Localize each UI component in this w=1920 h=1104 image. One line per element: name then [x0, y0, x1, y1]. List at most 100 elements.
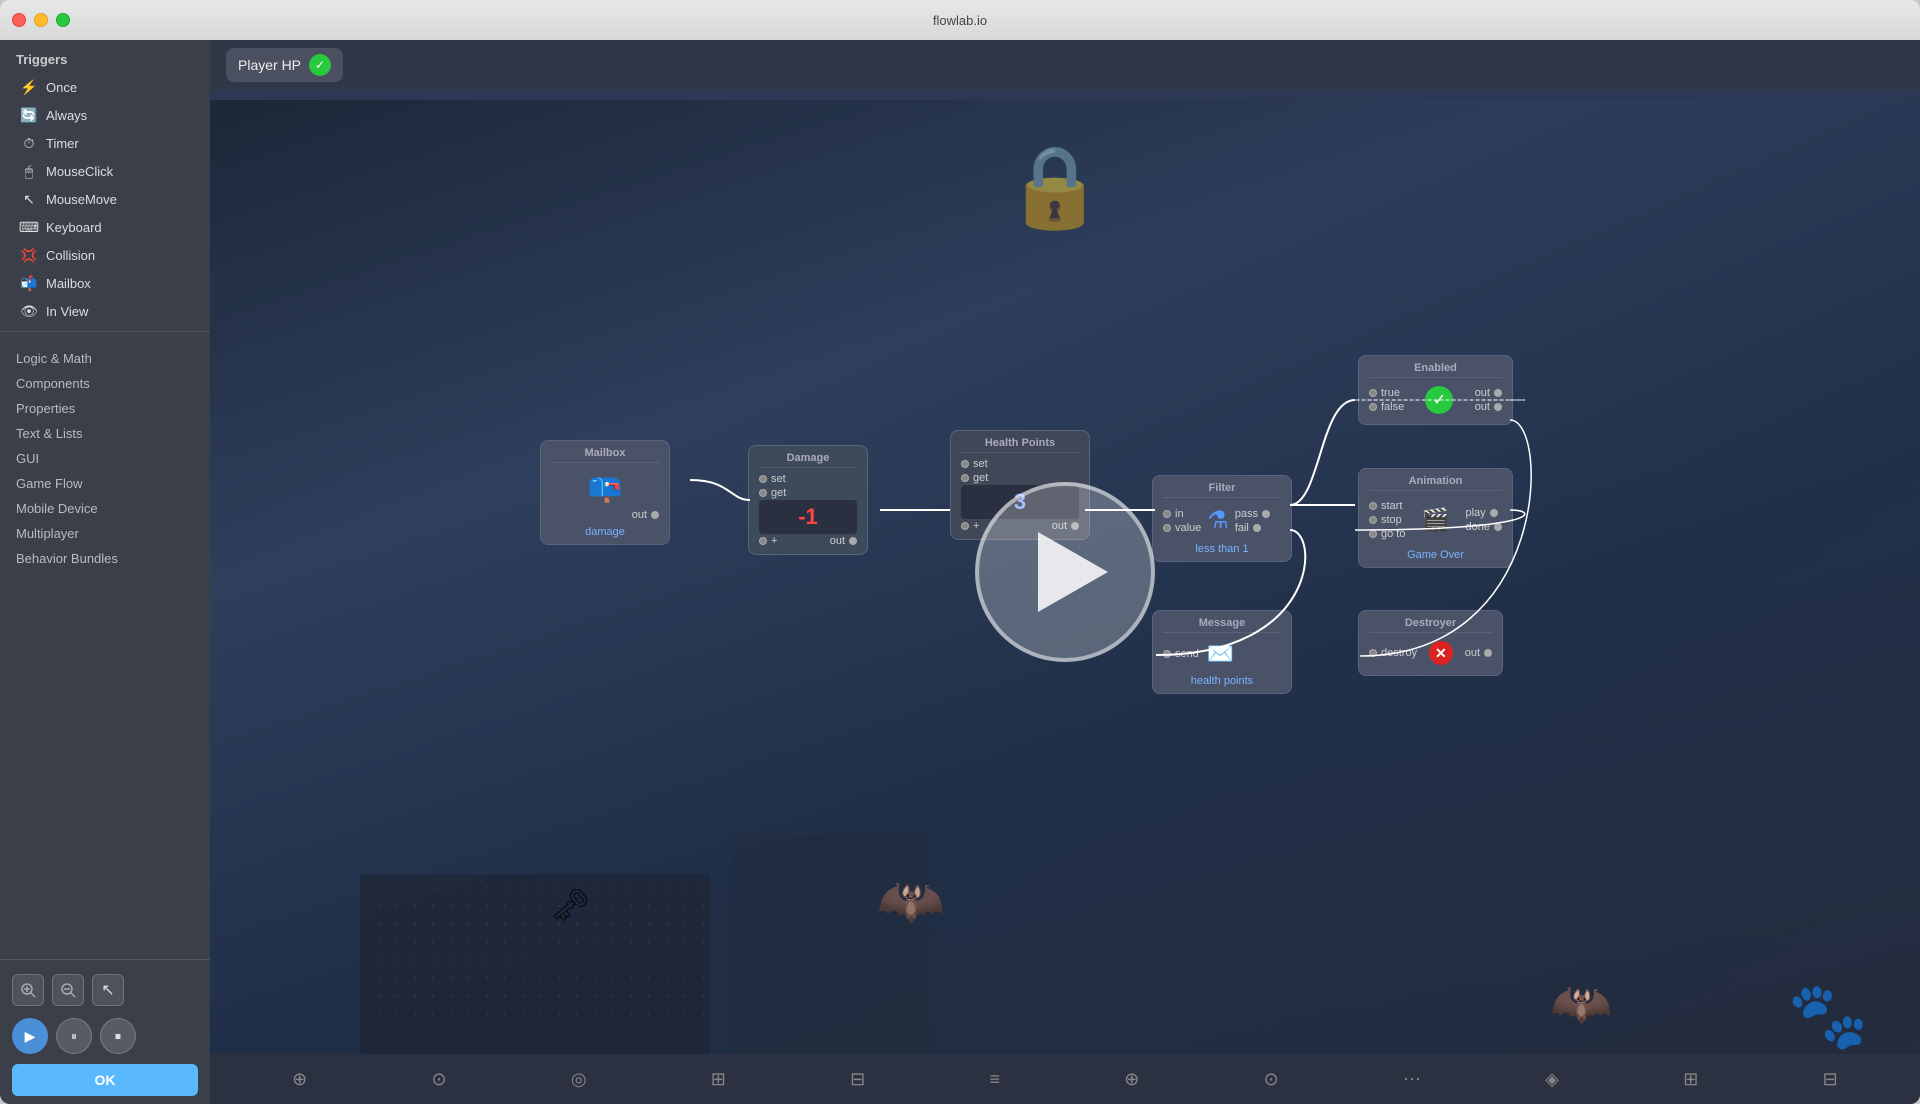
pause-button[interactable]: ⏸ — [56, 1018, 92, 1054]
zoom-in-button[interactable] — [12, 974, 44, 1006]
animation-goto-dot — [1369, 530, 1377, 538]
toolbar-icon-9[interactable]: ⋯ — [1403, 1069, 1421, 1090]
lightning-icon: ⚡ — [20, 78, 38, 96]
filter-label: less than 1 — [1163, 543, 1281, 555]
filter-pass-port: pass — [1235, 507, 1270, 521]
filter-in-dot — [1163, 510, 1171, 518]
sidebar-cat-behavior-bundles[interactable]: Behavior Bundles — [0, 546, 210, 571]
enabled-out1-dot — [1494, 389, 1502, 397]
destroyer-destroy-dot — [1369, 649, 1377, 657]
play-button[interactable]: ▶ — [12, 1018, 48, 1054]
filter-value-port: value — [1163, 521, 1201, 535]
toolbar-icon-1[interactable]: ⊕ — [292, 1069, 307, 1090]
animation-start-port: start — [1369, 499, 1405, 513]
sidebar-item-mailbox[interactable]: 📬 Mailbox — [4, 269, 206, 297]
hp-set-port: set — [961, 457, 1079, 471]
animation-film-icon: 🎬 — [1422, 507, 1449, 533]
hp-set-dot — [961, 460, 969, 468]
filter-node[interactable]: Filter in value ⚗ — [1152, 475, 1292, 562]
stop-button[interactable]: ⏹ — [100, 1018, 136, 1054]
canvas-toolbar: ⊕ ⊙ ◎ ⊞ ⊟ ≡ ⊕ ⊙ ⋯ ◈ ⊞ ⊟ — [210, 1054, 1920, 1104]
enabled-check-icon: ✓ — [1425, 386, 1453, 414]
message-node[interactable]: Message send ✉️ health points — [1152, 610, 1292, 694]
enabled-node[interactable]: Enabled true false ✓ — [1358, 355, 1513, 425]
sidebar-cat-multiplayer[interactable]: Multiplayer — [0, 521, 210, 546]
minimize-button[interactable] — [34, 13, 48, 27]
animation-done-port: done — [1466, 520, 1502, 534]
mailbox-node[interactable]: Mailbox 📪 out damage — [540, 440, 670, 545]
damage-out-dot — [849, 537, 857, 545]
enabled-true-port: true — [1369, 386, 1404, 400]
node-graph[interactable]: Mailbox 📪 out damage Damage set — [210, 90, 1920, 1054]
mousemove-icon: ↖ — [20, 190, 38, 208]
playback-controls: ▶ ⏸ ⏹ — [12, 1012, 198, 1060]
damage-get-port: get — [759, 486, 857, 500]
sidebar-item-keyboard[interactable]: ⌨ Keyboard — [4, 213, 206, 241]
message-send-port: send — [1163, 647, 1199, 661]
keyboard-icon: ⌨ — [20, 218, 38, 236]
ok-button[interactable]: OK — [12, 1064, 198, 1096]
animation-node-title: Animation — [1369, 475, 1502, 491]
filter-fail-dot — [1253, 524, 1261, 532]
message-label: health points — [1163, 675, 1281, 687]
animation-node[interactable]: Animation start stop — [1358, 468, 1513, 568]
sidebar-cat-text-lists[interactable]: Text & Lists — [0, 421, 210, 446]
player-hp-badge[interactable]: Player HP ✓ — [226, 48, 343, 82]
sidebar-item-collision[interactable]: 💢 Collision — [4, 241, 206, 269]
destroyer-node[interactable]: Destroyer destroy ✕ out — [1358, 610, 1503, 676]
pause-icon: ⏸ — [71, 1029, 77, 1044]
sidebar-item-inview[interactable]: 👁 In View — [4, 297, 206, 325]
filter-pass-dot — [1262, 510, 1270, 518]
toolbar-icon-8[interactable]: ⊙ — [1264, 1069, 1279, 1090]
sidebar-item-mousemove[interactable]: ↖ MouseMove — [4, 185, 206, 213]
toolbar-icon-2[interactable]: ⊙ — [431, 1069, 446, 1090]
sidebar-cat-gui[interactable]: GUI — [0, 446, 210, 471]
sidebar-categories: Logic & Math Components Properties Text … — [0, 338, 210, 579]
enabled-true-dot — [1369, 389, 1377, 397]
sidebar-cat-properties[interactable]: Properties — [0, 396, 210, 421]
sidebar-cat-components[interactable]: Components — [0, 371, 210, 396]
sidebar-item-mouseclick[interactable]: 🖱 MouseClick — [4, 157, 206, 185]
mailbox-node-title: Mailbox — [551, 447, 659, 463]
toolbar-icon-3[interactable]: ◎ — [571, 1069, 587, 1090]
toolbar-icon-6[interactable]: ≡ — [989, 1069, 1000, 1090]
animation-done-dot — [1494, 523, 1502, 531]
close-button[interactable] — [12, 13, 26, 27]
sidebar-cat-mobile-device[interactable]: Mobile Device — [0, 496, 210, 521]
sidebar-item-always[interactable]: 🔄 Always — [4, 101, 206, 129]
message-envelope-icon: ✉️ — [1207, 641, 1234, 667]
collision-icon: 💢 — [20, 246, 38, 264]
animation-label: Game Over — [1369, 549, 1502, 561]
toolbar-icon-12[interactable]: ⊟ — [1823, 1069, 1838, 1090]
enabled-false-port: false — [1369, 400, 1404, 414]
play-overlay-button[interactable] — [975, 482, 1155, 662]
mailbox-node-icon: 📪 — [551, 467, 659, 508]
zoom-out-button[interactable] — [52, 974, 84, 1006]
sidebar-item-once[interactable]: ⚡ Once — [4, 73, 206, 101]
eye-icon: 👁 — [20, 302, 38, 320]
enabled-node-title: Enabled — [1369, 362, 1502, 378]
toolbar-icon-11[interactable]: ⊞ — [1683, 1069, 1698, 1090]
destroyer-x-icon: ✕ — [1429, 641, 1453, 665]
canvas-area[interactable]: 🔒 🗝 🦇 🦇 🐾 Player HP ✓ — [210, 40, 1920, 1104]
sidebar-item-timer[interactable]: ⏱ Timer — [4, 129, 206, 157]
titlebar: flowlab.io — [0, 0, 1920, 40]
toolbar-icon-7[interactable]: ⊕ — [1124, 1069, 1139, 1090]
damage-node[interactable]: Damage set get -1 + out — [748, 445, 868, 555]
maximize-button[interactable] — [56, 13, 70, 27]
sidebar-item-label-always: Always — [46, 108, 87, 123]
player-hp-check: ✓ — [309, 54, 331, 76]
animation-stop-dot — [1369, 516, 1377, 524]
filter-node-title: Filter — [1163, 482, 1281, 498]
mailbox-sidebar-icon: 📬 — [20, 274, 38, 292]
animation-goto-port: go to — [1369, 527, 1405, 541]
mouse-icon: 🖱 — [20, 162, 38, 180]
sidebar-cat-logic-math[interactable]: Logic & Math — [0, 346, 210, 371]
play-icon: ▶ — [25, 1028, 36, 1045]
toolbar-icon-4[interactable]: ⊞ — [711, 1069, 726, 1090]
toolbar-icon-10[interactable]: ◈ — [1545, 1069, 1559, 1090]
toolbar-icon-5[interactable]: ⊟ — [850, 1069, 865, 1090]
damage-set-port: set — [759, 472, 857, 486]
cursor-icon[interactable]: ↖ — [92, 974, 124, 1006]
sidebar-cat-game-flow[interactable]: Game Flow — [0, 471, 210, 496]
